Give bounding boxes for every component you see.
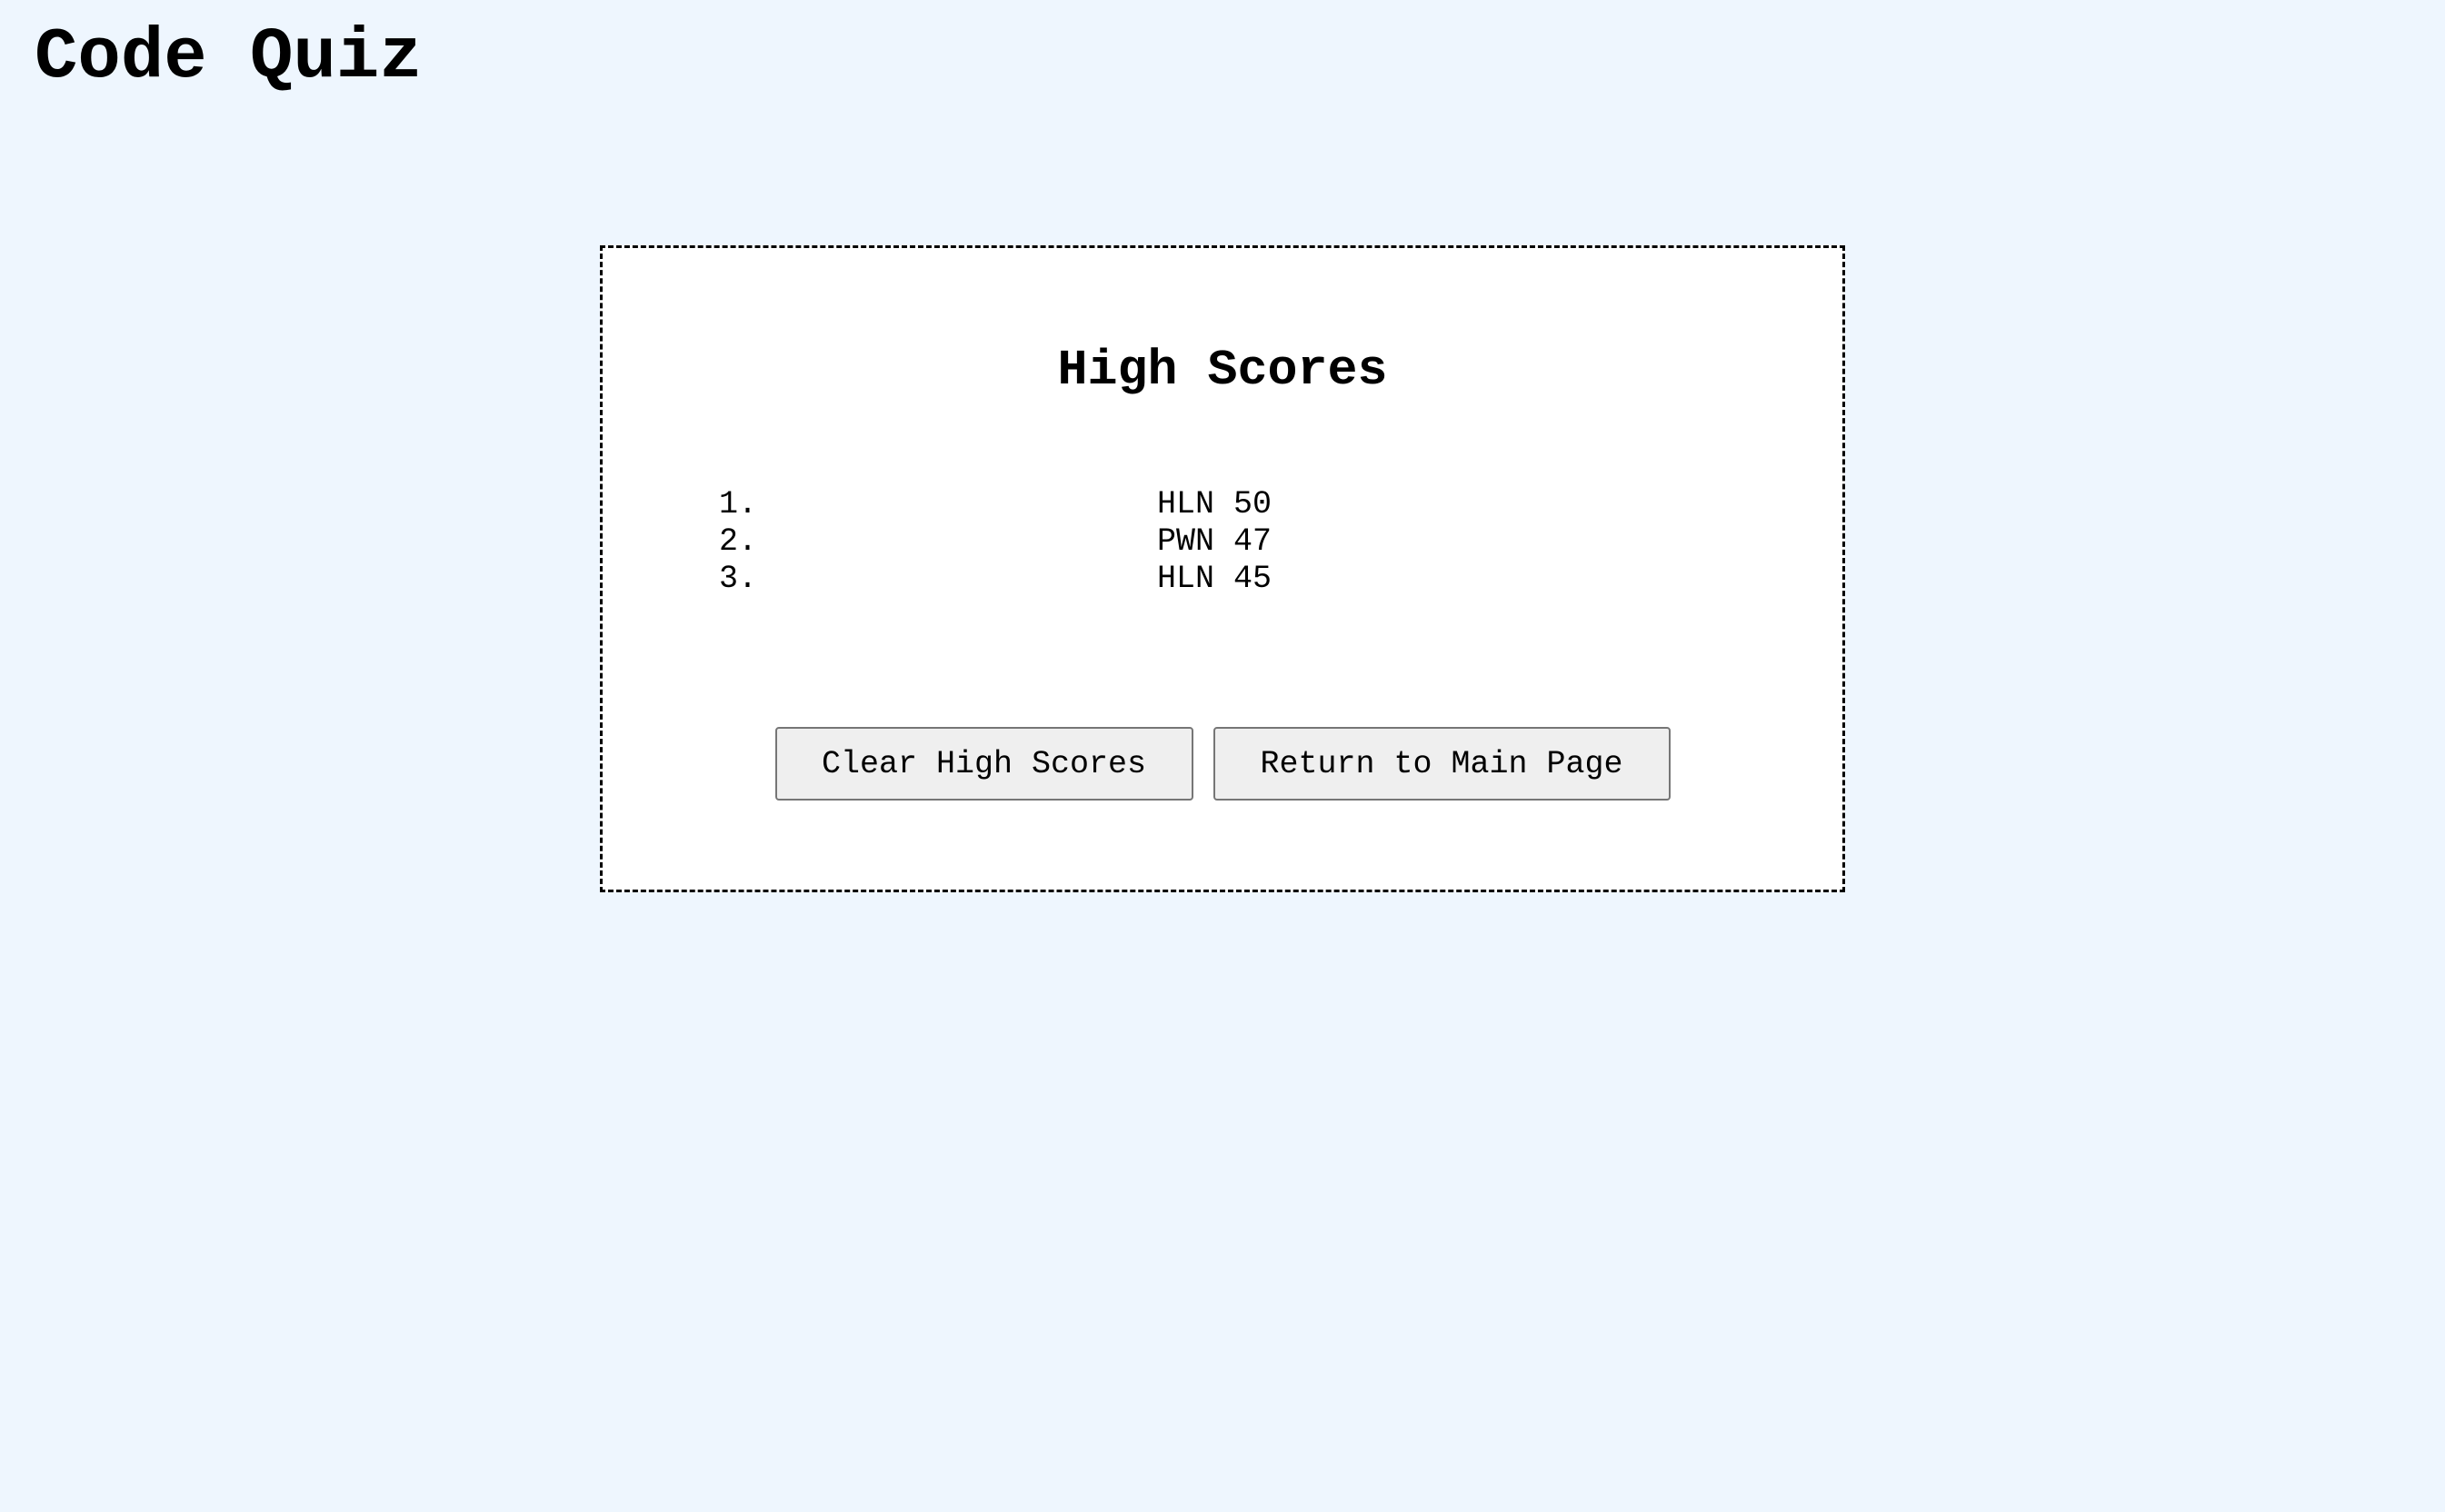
score-list-item: 3. HLN 45 bbox=[719, 561, 1710, 598]
score-rank: 3. bbox=[719, 561, 758, 597]
app-title: Code Quiz bbox=[35, 16, 423, 98]
clear-high-scores-button[interactable]: Clear High Scores bbox=[774, 727, 1193, 801]
score-entry: HLN 45 bbox=[1156, 561, 1272, 597]
return-to-main-page-button[interactable]: Return to Main Page bbox=[1213, 727, 1671, 801]
score-list-item: 2. PWN 47 bbox=[719, 523, 1710, 561]
high-scores-heading: High Scores bbox=[1057, 342, 1388, 399]
score-entry: HLN 50 bbox=[1156, 486, 1272, 522]
score-rank: 1. bbox=[719, 486, 758, 522]
button-row: Clear High Scores Return to Main Page bbox=[603, 727, 1842, 801]
score-rank: 2. bbox=[719, 523, 758, 560]
high-scores-list: 1. HLN 50 2. PWN 47 3. HLN 45 bbox=[719, 486, 1710, 598]
high-scores-card: High Scores 1. HLN 50 2. PWN 47 3. HLN 4… bbox=[600, 245, 1845, 892]
score-entry: PWN 47 bbox=[1156, 523, 1272, 560]
score-list-item: 1. HLN 50 bbox=[719, 486, 1710, 523]
